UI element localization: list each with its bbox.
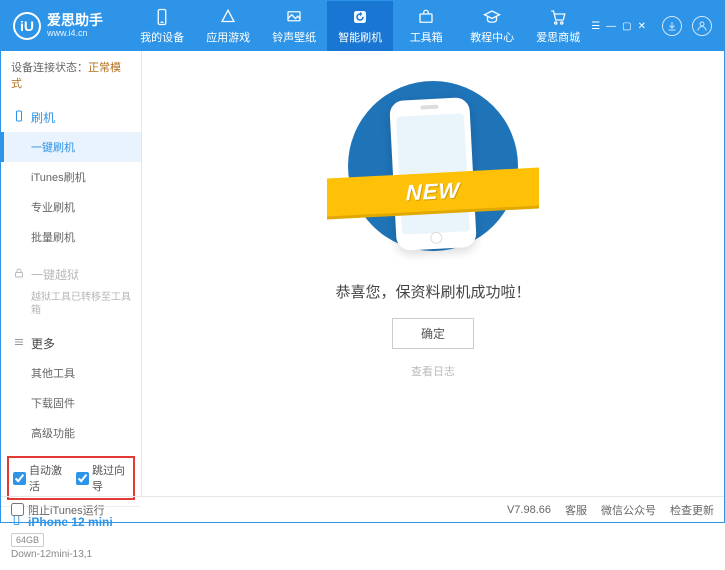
connection-status: 设备连接状态：正常模式	[1, 51, 141, 99]
main-content: NEW 恭喜您，保资料刷机成功啦！ 确定 查看日志	[142, 51, 724, 496]
block-itunes-label: 阻止iTunes运行	[28, 502, 105, 518]
sidebar-item-download-fw[interactable]: 下载固件	[1, 388, 141, 418]
phone-icon	[153, 8, 171, 26]
nav-my-device[interactable]: 我的设备	[129, 1, 195, 51]
auto-activate-label: 自动激活	[29, 462, 66, 494]
download-button[interactable]	[662, 16, 682, 36]
nav-label: 爱思商城	[536, 29, 580, 45]
side-head-label: 一键越狱	[31, 266, 79, 283]
wallpaper-icon	[285, 8, 303, 26]
nav-label: 我的设备	[140, 29, 184, 45]
flash-icon	[13, 110, 25, 125]
checkbox-skip-guide[interactable]: 跳过向导	[76, 462, 129, 494]
user-button[interactable]	[692, 16, 712, 36]
refresh-icon	[351, 8, 369, 26]
success-illustration: NEW	[333, 81, 533, 261]
footer: 阻止iTunes运行 V7.98.66 客服 微信公众号 检查更新	[1, 496, 724, 522]
nav-apps-games[interactable]: 应用游戏	[195, 1, 261, 51]
cart-icon	[549, 8, 567, 26]
app-url: www.i4.cn	[47, 29, 103, 39]
close-icon[interactable]: ✕	[638, 21, 646, 32]
nav-toolbox[interactable]: 工具箱	[393, 1, 459, 51]
version-label: V7.98.66	[507, 504, 551, 516]
window-controls: ☰ — ▢ ✕	[591, 16, 712, 36]
list-icon	[13, 336, 25, 351]
nav-label: 智能刷机	[338, 29, 382, 45]
ok-button[interactable]: 确定	[392, 318, 474, 349]
wechat-link[interactable]: 微信公众号	[601, 502, 656, 518]
sidebar-item-advanced[interactable]: 高级功能	[1, 418, 141, 448]
side-section-more: 更多 其他工具 下载固件 高级功能	[1, 325, 141, 452]
status-label: 设备连接状态：	[11, 62, 88, 74]
footer-right: V7.98.66 客服 微信公众号 检查更新	[507, 502, 714, 518]
logo-text: 爱思助手 www.i4.cn	[47, 13, 103, 38]
logo: iU 爱思助手 www.i4.cn	[13, 12, 129, 40]
sidebar-item-pro-flash[interactable]: 专业刷机	[1, 192, 141, 222]
side-head-more[interactable]: 更多	[1, 329, 141, 358]
auto-activate-input[interactable]	[13, 472, 26, 485]
nav-label: 应用游戏	[206, 29, 250, 45]
block-itunes-checkbox[interactable]	[11, 503, 24, 516]
sidebar-item-other-tools[interactable]: 其他工具	[1, 358, 141, 388]
minimize-icon[interactable]: —	[606, 21, 616, 32]
skip-guide-label: 跳过向导	[92, 462, 129, 494]
body: 设备连接状态：正常模式 刷机 一键刷机 iTunes刷机 专业刷机 批量刷机 一…	[1, 51, 724, 496]
device-sub: Down-12mini-13,1	[11, 549, 131, 560]
sidebar-item-itunes-flash[interactable]: iTunes刷机	[1, 162, 141, 192]
jailbreak-note: 越狱工具已转移至工具箱	[1, 289, 141, 321]
nav-tutorials[interactable]: 教程中心	[459, 1, 525, 51]
main-nav: 我的设备 应用游戏 铃声壁纸 智能刷机 工具箱 教程中心	[129, 1, 591, 51]
nav-store[interactable]: 爱思商城	[525, 1, 591, 51]
check-update-link[interactable]: 检查更新	[670, 502, 714, 518]
app-title: 爱思助手	[47, 13, 103, 28]
checkbox-auto-activate[interactable]: 自动激活	[13, 462, 66, 494]
sidebar: 设备连接状态：正常模式 刷机 一键刷机 iTunes刷机 专业刷机 批量刷机 一…	[1, 51, 142, 496]
logo-mark-icon: iU	[13, 12, 41, 40]
skip-guide-input[interactable]	[76, 472, 89, 485]
toolbox-icon	[417, 8, 435, 26]
titlebar: iU 爱思助手 www.i4.cn 我的设备 应用游戏 铃声壁纸 智能刷机	[1, 1, 724, 51]
menu-icon[interactable]: ☰	[591, 21, 600, 32]
appstore-icon	[219, 8, 237, 26]
side-head-flash[interactable]: 刷机	[1, 103, 141, 132]
view-log-link[interactable]: 查看日志	[411, 363, 455, 379]
side-section-jailbreak: 一键越狱 越狱工具已转移至工具箱	[1, 256, 141, 325]
options-highlight-box: 自动激活 跳过向导	[7, 456, 135, 500]
graduation-icon	[483, 8, 501, 26]
nav-ringtones[interactable]: 铃声壁纸	[261, 1, 327, 51]
side-section-flash: 刷机 一键刷机 iTunes刷机 专业刷机 批量刷机	[1, 99, 141, 256]
side-head-jailbreak[interactable]: 一键越狱	[1, 260, 141, 289]
nav-label: 铃声壁纸	[272, 29, 316, 45]
success-message: 恭喜您，保资料刷机成功啦！	[335, 281, 530, 302]
sidebar-item-batch-flash[interactable]: 批量刷机	[1, 222, 141, 252]
side-head-label: 更多	[31, 335, 55, 352]
window-small-controls: ☰ — ▢ ✕	[591, 21, 646, 32]
sidebar-item-onekey-flash[interactable]: 一键刷机	[1, 132, 141, 162]
app-window: iU 爱思助手 www.i4.cn 我的设备 应用游戏 铃声壁纸 智能刷机	[0, 0, 725, 523]
footer-left: 阻止iTunes运行	[11, 502, 507, 518]
device-storage-tag: 64GB	[11, 533, 44, 547]
side-sub-more: 其他工具 下载固件 高级功能	[1, 358, 141, 448]
nav-smart-flash[interactable]: 智能刷机	[327, 1, 393, 51]
maximize-icon[interactable]: ▢	[622, 21, 631, 32]
side-sub-flash: 一键刷机 iTunes刷机 专业刷机 批量刷机	[1, 132, 141, 252]
customer-service-link[interactable]: 客服	[565, 502, 587, 518]
side-head-label: 刷机	[31, 109, 55, 126]
lock-icon	[13, 267, 25, 282]
ribbon-text: NEW	[406, 178, 460, 207]
nav-label: 教程中心	[470, 29, 514, 45]
nav-label: 工具箱	[410, 29, 443, 45]
